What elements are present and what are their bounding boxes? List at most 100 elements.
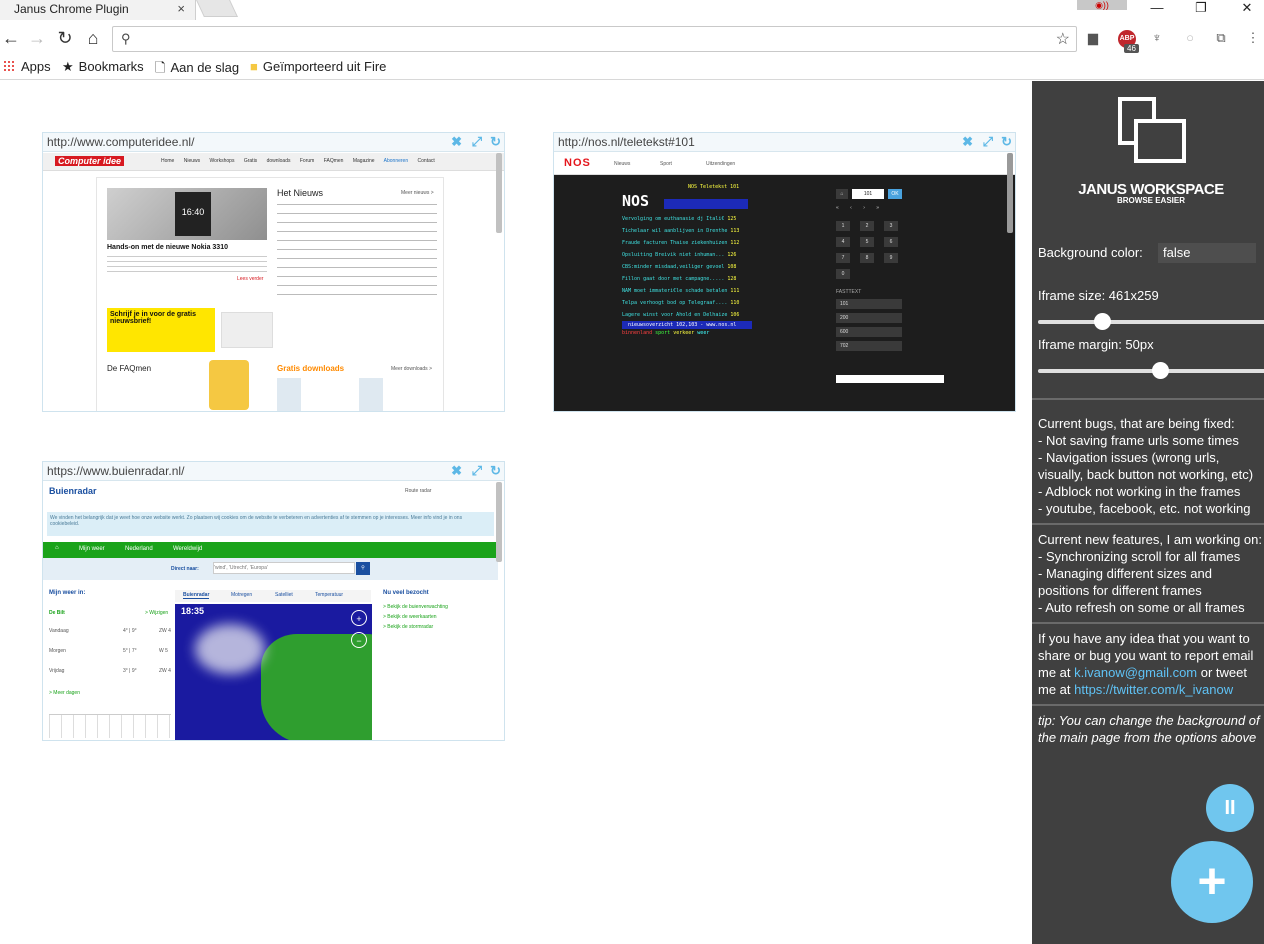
nos-nav-sport[interactable]: Sport [660,161,672,167]
close-icon[interactable]: ✖ [451,134,462,150]
pause-button[interactable]: II [1206,784,1254,832]
close-icon[interactable]: ✖ [451,463,462,479]
zoom-in-icon[interactable]: + [351,610,367,626]
menu-icon[interactable]: ⋮ [1244,30,1262,48]
tab-satelliet[interactable]: Satelliet [275,592,293,598]
key-button[interactable]: 2 [860,221,874,231]
change-place-link[interactable]: > Wijzigen [145,610,168,616]
fasttext-item[interactable]: 702 [836,341,902,351]
teletext-line[interactable]: Opsluiting Breivik niet inhuman... 126 [622,249,826,261]
browser-tab[interactable]: Janus Chrome Plugin × [0,0,196,20]
bookmark-star-icon[interactable]: ☆ [1056,29,1070,49]
teletext-line[interactable]: Tichelaar wil aanblijven in Drenthe 113 [622,225,826,237]
page-input[interactable]: 101 [852,189,884,199]
fasttext-item[interactable]: 200 [836,313,902,323]
add-frame-button[interactable]: + [1171,841,1253,923]
iframe-size-slider[interactable] [1038,313,1264,330]
bookmark-apps[interactable]: Apps [3,59,51,74]
janus-extension-icon[interactable]: ⧉ [1212,30,1230,48]
page-arrows[interactable]: « ‹ › » [836,205,902,215]
frame-url[interactable]: http://nos.nl/teletekst#101 [554,133,1015,149]
search-icon[interactable]: ⚲ [356,562,370,575]
bookmark-bookmarks[interactable]: ★ Bookmarks [62,59,144,75]
refresh-icon[interactable]: ↻ [1001,134,1012,150]
nos-nav-broadcasts[interactable]: Uitzendingen [706,161,735,167]
more-days-link[interactable]: > Meer dagen [49,690,80,696]
scrollbar[interactable] [1007,153,1013,233]
key-button[interactable]: 7 [836,253,850,263]
extension-plug-icon[interactable]: ♆ [1148,30,1166,48]
bookmark-imported-folder[interactable]: ■ Geïmporteerd uit Fire [250,59,386,74]
close-window-button[interactable]: ✕ [1232,0,1262,16]
key-button[interactable]: 9 [884,253,898,263]
scrollbar[interactable] [496,153,502,233]
iframe-computeridee[interactable]: http://www.computeridee.nl/ ✖ ⤢ ↻ Comput… [42,132,505,412]
key-button[interactable]: 1 [836,221,850,231]
teletext-search-input[interactable] [836,375,944,383]
read-more-link[interactable]: Lees verder [237,276,263,282]
home-icon[interactable]: ⌂ [836,189,848,199]
zoom-out-icon[interactable]: − [351,632,367,648]
home-icon[interactable]: ⌂ [82,28,104,49]
fasttext-item[interactable]: 600 [836,327,902,337]
iframe-size-handle[interactable] [1094,313,1112,330]
frame-url[interactable]: https://www.buienradar.nl/ [43,462,504,478]
teletext-line[interactable]: Telpa verhoogt bod op Telegraaf.... 110 [622,297,826,309]
expand-icon[interactable]: ⤢ [983,134,993,150]
nav-my-weather[interactable]: Mijn weer [79,546,105,552]
close-icon[interactable]: ✖ [962,134,973,150]
teletext-line[interactable]: NAM moet immateri€le schade betalen 111 [622,285,826,297]
key-button[interactable]: 5 [860,237,874,247]
minimize-button[interactable]: — [1142,0,1172,15]
iframe-margin-handle[interactable] [1152,362,1170,379]
tab-temperatuur[interactable]: Temperatuur [315,592,343,598]
new-tab-button[interactable] [196,0,238,17]
teletext-line[interactable]: Fillon gaat door met campagne..... 128 [622,273,826,285]
search-input[interactable] [213,562,355,574]
key-button[interactable]: 6 [884,237,898,247]
more-downloads-link[interactable]: Meer downloads > [391,366,432,372]
twitter-link[interactable]: https://twitter.com/k_ivanow [1074,682,1233,697]
email-link[interactable]: k.ivanow@gmail.com [1074,665,1197,680]
reload-icon[interactable]: ↻ [54,28,76,49]
teletext-line[interactable]: Lagere winst voor Ahold en Delhaize 106 [622,309,826,321]
radar-map[interactable]: 18:35 + − [175,604,372,740]
home-icon[interactable]: ⌂ [55,545,59,551]
iframe-nos-teletekst[interactable]: http://nos.nl/teletekst#101 ✖ ⤢ ↻ NOS Ni… [553,132,1016,412]
newsletter-promo[interactable]: Schrijf je in voor de gratis nieuwsbrief… [107,308,215,352]
tab-close-icon[interactable]: × [177,1,185,16]
iframe-buienradar[interactable]: https://www.buienradar.nl/ ✖ ⤢ ↻ Buienra… [42,461,505,741]
most-visited-link[interactable]: > Bekijk de buienverwachting [383,604,448,610]
background-color-input[interactable]: false [1158,243,1256,263]
tab-motregen[interactable]: Motregen [231,592,252,598]
nav-netherlands[interactable]: Nederland [125,546,153,552]
restore-button[interactable]: ❐ [1186,0,1216,16]
key-button[interactable]: 8 [860,253,874,263]
tab-buienradar[interactable]: Buienradar [183,592,210,599]
teletext-line[interactable]: Fraude facturen Thaise ziekenhuizen 112 [622,237,826,249]
most-visited-link[interactable]: > Bekijk de stormradar [383,624,433,630]
extension-circle-icon[interactable]: ○ [1181,30,1199,48]
expand-icon[interactable]: ⤢ [472,134,482,150]
teletext-line[interactable]: CBS:minder misdaad,veiliger gevoel 108 [622,261,826,273]
fasttext-item[interactable]: 101 [836,299,902,309]
route-radar-link[interactable]: Route radar [405,488,431,494]
extension-tv-icon[interactable]: ▆ [1084,30,1102,48]
frame-url[interactable]: http://www.computeridee.nl/ [43,133,504,149]
expand-icon[interactable]: ⤢ [472,463,482,479]
address-bar[interactable]: ⚲ ☆ [112,26,1077,52]
refresh-icon[interactable]: ↻ [490,463,501,479]
back-arrow-icon[interactable]: ← [0,28,22,49]
ok-button[interactable]: OK [888,189,902,199]
nos-nav-news[interactable]: Nieuws [614,161,630,167]
address-input[interactable] [141,30,1041,48]
scrollbar[interactable] [496,482,502,562]
nav-worldwide[interactable]: Wereldwijd [173,546,202,552]
iframe-margin-slider[interactable] [1038,362,1264,379]
most-visited-link[interactable]: > Bekijk de weerkaarten [383,614,437,620]
bookmark-aan-de-slag[interactable]: 🗋 Aan de slag [155,59,239,81]
key-button[interactable]: 4 [836,237,850,247]
more-news-link[interactable]: Meer nieuws > [401,190,434,196]
forward-arrow-icon[interactable]: → [26,28,48,49]
key-button[interactable]: 3 [884,221,898,231]
